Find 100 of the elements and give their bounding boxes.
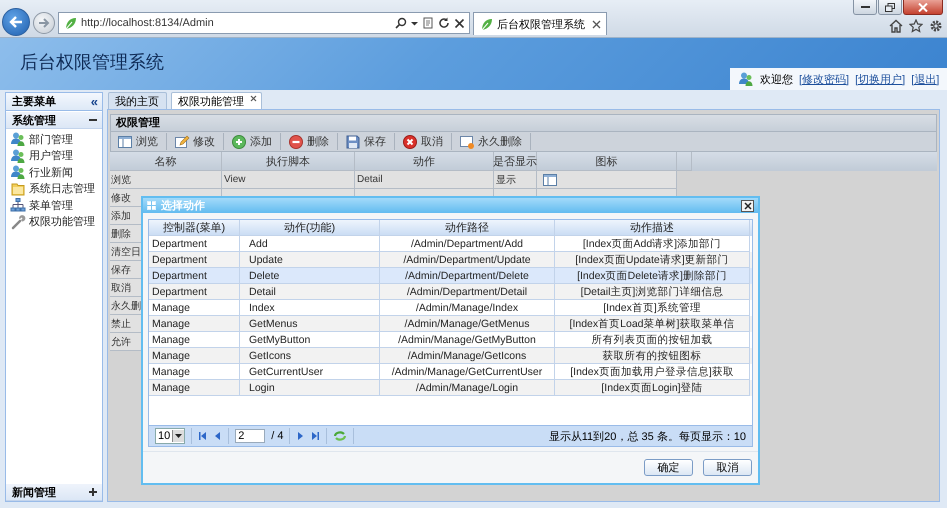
back-button[interactable] — [2, 8, 30, 36]
settings-icon[interactable] — [929, 19, 943, 33]
group-title: 系统管理 — [12, 114, 56, 128]
table-cell: GetMenus — [240, 316, 380, 332]
tab[interactable]: 我的主页 — [108, 92, 167, 109]
sidebar-item[interactable]: 用户管理 — [6, 148, 102, 164]
tab-title: 后台权限管理系统 — [497, 18, 586, 32]
table-cell: GetIcons — [240, 348, 380, 364]
app-title: 后台权限管理系统 — [19, 51, 164, 74]
pencil-icon — [174, 134, 190, 150]
dialog-button[interactable]: 取消 — [703, 459, 752, 476]
table-row[interactable]: Manage GetMenus /Admin/Manage/GetMenus [Index首页Load菜单树]获取菜单信 — [149, 316, 752, 332]
browser-tab[interactable]: 后台权限管理系统 — [473, 12, 607, 35]
table-row[interactable]: Manage Login /Admin/Manage/Login [Index页面Login]登陆 — [149, 380, 752, 396]
close-button[interactable] — [903, 0, 943, 15]
group-header[interactable]: 系统管理 — [6, 111, 102, 129]
dialog-button[interactable]: 确定 — [644, 459, 693, 476]
column-header: 控制器(菜单) — [149, 220, 240, 236]
welcome-text: 欢迎您 — [760, 72, 793, 86]
table-cell: 浏览 — [110, 171, 222, 189]
users-icon — [738, 71, 754, 87]
panel-title: 权限管理 — [110, 114, 937, 132]
table-cell: [Index页面Login]登陆 — [555, 380, 750, 396]
sidebar-item[interactable]: 部门管理 — [6, 131, 102, 148]
users-icon — [10, 148, 26, 164]
header-link[interactable]: [切换用户] — [855, 72, 906, 86]
menu-title: 主要菜单 — [12, 94, 56, 109]
column-header: 动作描述 — [555, 220, 750, 236]
sidebar-item[interactable]: 权限功能管理 — [6, 214, 102, 230]
page-count: / 4 — [271, 430, 284, 442]
plus-icon[interactable] — [89, 488, 97, 496]
tab[interactable]: 权限功能管理 — [171, 92, 262, 109]
toolbar-button[interactable]: 修改 — [171, 133, 224, 150]
table-cell: Detail — [355, 171, 494, 189]
collapse-button[interactable]: « — [90, 95, 98, 108]
last-page-icon[interactable] — [311, 431, 320, 441]
table-row[interactable]: Manage GetIcons /Admin/Manage/GetIcons 获取所有的按钮图标 — [149, 348, 752, 364]
caret-icon — [175, 434, 182, 438]
toolbar-button[interactable]: 取消 — [399, 133, 452, 150]
table-cell: /Admin/Department/Detail — [380, 284, 555, 300]
pager-summary: 显示从11到20，总 35 条。每页显示：10 — [548, 430, 746, 444]
table-cell: /Admin/Manage/GetIcons — [380, 348, 555, 364]
sitemap-icon — [10, 197, 26, 214]
table-cell: /Admin/Manage/Login — [380, 380, 555, 396]
group-header[interactable]: 新闻管理 — [6, 483, 102, 501]
minimize-button[interactable] — [853, 0, 877, 15]
minimize-icon — [860, 6, 870, 8]
page-input[interactable]: 2 — [235, 429, 266, 443]
home-icon[interactable] — [889, 19, 903, 33]
address-field[interactable]: http://localhost:8134/Admin — [58, 12, 470, 34]
page-size-select[interactable]: 10 — [155, 428, 186, 444]
previous-page-icon[interactable] — [213, 431, 222, 441]
header-link[interactable]: [修改密码] — [799, 72, 850, 86]
next-page-icon[interactable] — [296, 431, 306, 441]
grid-icon — [147, 201, 156, 210]
toolbar-button[interactable]: 浏览 — [114, 133, 167, 150]
close-icon[interactable] — [592, 20, 601, 28]
close-icon — [918, 2, 928, 12]
arrow-left-icon — [8, 14, 24, 30]
table-row[interactable]: Department Delete /Admin/Department/Delete [Index页面Delete请求]删除部门 — [149, 268, 752, 284]
table-cell: Manage — [149, 348, 240, 364]
column-header: 动作(功能) — [240, 220, 380, 236]
cancel-icon — [402, 134, 418, 150]
close-icon[interactable] — [250, 95, 257, 102]
search-icon[interactable] — [395, 17, 407, 29]
refresh-icon[interactable] — [438, 17, 450, 29]
table-cell: 获取所有的按钮图标 — [555, 348, 750, 364]
table-cell: [Index首页Load菜单树]获取菜单信 — [555, 316, 750, 332]
table-cell: Manage — [149, 380, 240, 396]
header-link[interactable]: [退出] — [911, 72, 940, 86]
table-row[interactable]: Department Detail /Admin/Department/Detail [Detail主页]浏览部门详细信息 — [149, 284, 752, 300]
close-icon — [744, 202, 752, 210]
table-cell: /Admin/Manage/GetMenus — [380, 316, 555, 332]
restore-button[interactable] — [878, 0, 902, 15]
forward-button[interactable] — [33, 12, 55, 34]
minus-circle-icon — [288, 134, 304, 150]
table-cell: 显示 — [494, 171, 537, 189]
sidebar-item[interactable]: 行业新闻 — [6, 164, 102, 180]
url-text: http://localhost:8134/Admin — [81, 17, 215, 29]
table-cell: Login — [240, 380, 380, 396]
toolbar-button[interactable]: 添加 — [228, 133, 281, 150]
star-icon[interactable] — [909, 19, 923, 33]
table-cell: Department — [149, 284, 240, 300]
table-cell: [Detail主页]浏览部门详细信息 — [555, 284, 750, 300]
close-icon[interactable] — [454, 18, 465, 28]
toolbar-button[interactable]: 保存 — [342, 133, 395, 150]
table-cell: View — [222, 171, 355, 189]
minus-icon[interactable] — [89, 116, 97, 124]
leaf-icon — [479, 17, 493, 31]
toolbar-button[interactable]: 永久删除 — [456, 133, 531, 150]
save-icon — [345, 134, 361, 150]
first-page-icon[interactable] — [198, 431, 208, 441]
sidebar-item[interactable]: 系统日志管理 — [6, 180, 102, 197]
toolbar-button[interactable]: 删除 — [285, 133, 338, 150]
close-button[interactable] — [741, 200, 754, 212]
table-row[interactable]: Department Update /Admin/Department/Update [Index页面Update请求]更新部门 — [149, 252, 752, 268]
window-icon — [542, 172, 558, 188]
page-icon[interactable] — [422, 17, 434, 29]
leaf-icon — [63, 16, 77, 30]
sidebar-item[interactable]: 菜单管理 — [6, 197, 102, 214]
